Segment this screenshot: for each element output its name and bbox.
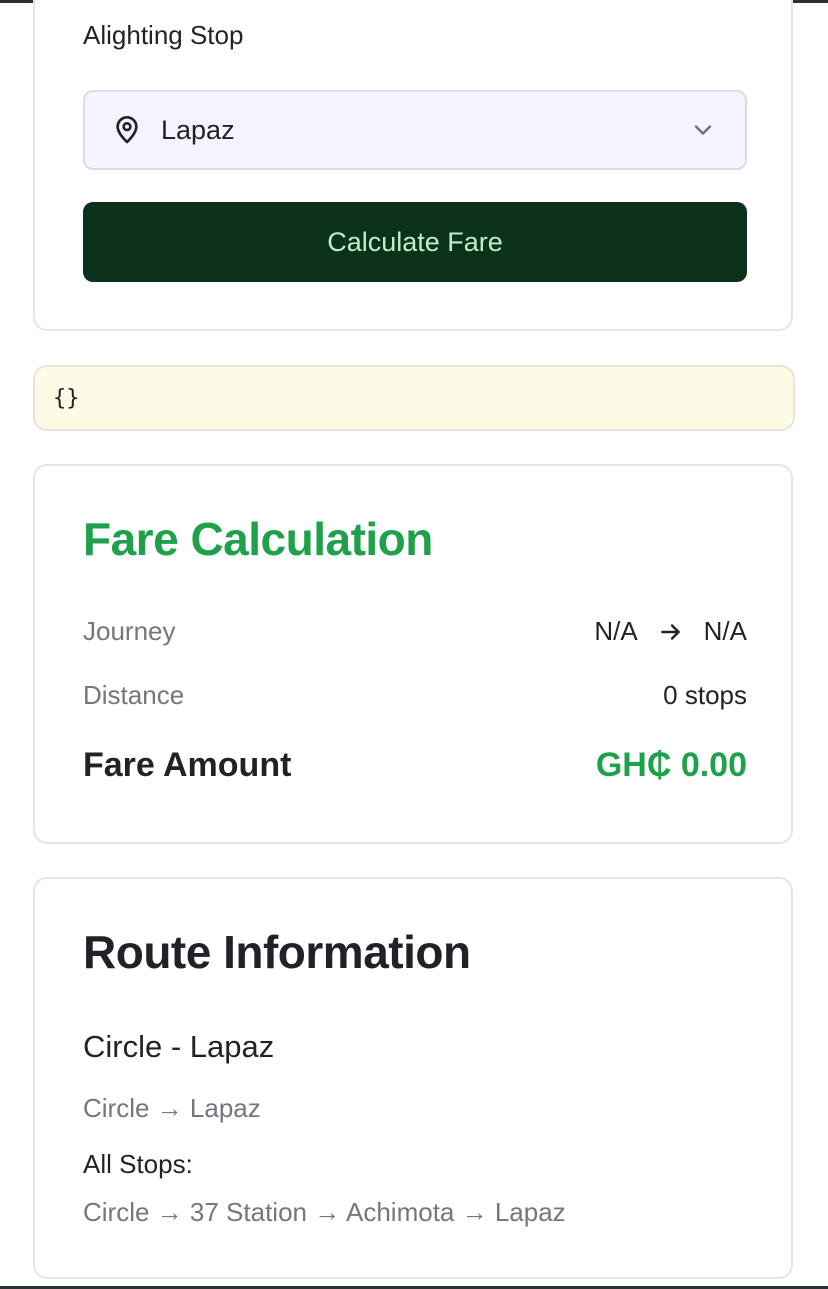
fare-form-card: Alighting Stop Lapaz Calculate Fare: [33, 0, 793, 331]
route-summary: Circle → Lapaz: [83, 1093, 261, 1123]
route-information-title: Route Information: [83, 926, 471, 978]
alighting-stop-select[interactable]: Lapaz: [83, 90, 747, 170]
journey-row: Journey N/A N/A: [83, 616, 747, 647]
all-stops-list: Circle → 37 Station → Achimota → Lapaz: [83, 1197, 566, 1227]
chevron-down-icon: [694, 125, 712, 135]
fare-amount-value: GH₵ 0.00: [595, 746, 747, 784]
debug-output: {}: [33, 365, 795, 431]
journey-to: N/A: [703, 616, 747, 646]
fare-calculation-title: Fare Calculation: [83, 513, 433, 565]
fare-amount-row: Fare Amount GH₵ 0.00: [83, 746, 747, 785]
journey-from: N/A: [594, 616, 638, 646]
calculate-fare-button[interactable]: Calculate Fare: [83, 202, 747, 282]
distance-value: 0 stops: [663, 680, 747, 710]
alighting-stop-label: Alighting Stop: [83, 20, 244, 50]
route-information-card: Route Information Circle - Lapaz Circle …: [33, 877, 793, 1279]
map-pin-icon: [116, 116, 138, 144]
all-stops-label: All Stops:: [83, 1149, 193, 1179]
distance-row: Distance 0 stops: [83, 680, 747, 711]
journey-label: Journey: [83, 616, 176, 646]
distance-label: Distance: [83, 680, 185, 710]
fare-amount-label: Fare Amount: [83, 746, 292, 784]
journey-value: N/A N/A: [594, 616, 747, 647]
fare-calculation-card: Fare Calculation Journey N/A N/A Distanc…: [33, 464, 793, 844]
arrow-right-icon: [660, 623, 680, 640]
route-name: Circle - Lapaz: [83, 1029, 275, 1064]
selected-stop-value: Lapaz: [161, 114, 235, 145]
